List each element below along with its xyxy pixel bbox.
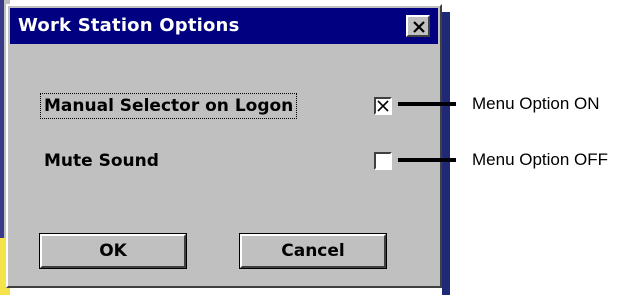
mute-sound-checkbox[interactable] [374, 152, 392, 170]
mute-sound-label: Mute Sound [44, 151, 159, 171]
manual-selector-label: Manual Selector on Logon [39, 93, 298, 119]
ok-button[interactable]: OK [39, 233, 187, 269]
title-bar: Work Station Options [10, 8, 438, 44]
close-button[interactable] [406, 15, 430, 37]
manual-selector-checkbox[interactable] [374, 97, 392, 115]
callout-line-off [398, 158, 456, 162]
work-station-options-dialog: Work Station Options Manual Selector on … [6, 4, 442, 288]
window-title: Work Station Options [18, 15, 240, 36]
close-icon [413, 21, 425, 33]
callout-line-on [398, 102, 456, 106]
cancel-button[interactable]: Cancel [239, 233, 387, 269]
checkmark-x-icon [377, 100, 389, 112]
background-window-edge-right [442, 12, 450, 295]
callout-menu-option-off: Menu Option OFF [472, 150, 609, 169]
callout-menu-option-on: Menu Option ON [472, 94, 600, 113]
